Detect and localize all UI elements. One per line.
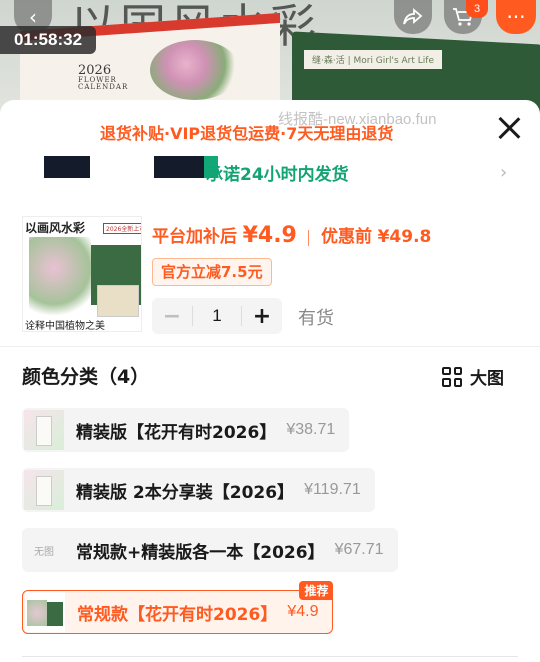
sku-selector-sheet: 退货补贴·VIP退货包运费·7天无理由退货 线报酷-new.xianbao.fu… xyxy=(0,100,540,662)
large-image-label: 大图 xyxy=(470,369,504,389)
calendar-cover-text: 2026 FLOWER CALENDAR xyxy=(78,64,128,91)
divider xyxy=(0,346,540,347)
variant-option[interactable]: 精装版【花开有时2026】 ¥38.71 xyxy=(22,408,350,452)
thumb-flower-art xyxy=(29,237,91,315)
variant-name: 精装版 2本分享装【2026】 xyxy=(76,482,295,503)
price-line: 平台加补后 ¥4.9 优惠前 ¥49.8 xyxy=(152,222,431,248)
thumb-small-card xyxy=(97,285,139,317)
pre-discount-label: 优惠前 xyxy=(321,227,373,247)
cart-count-badge: 3 xyxy=(466,0,488,18)
variant-option[interactable]: 精装版 2本分享装【2026】 ¥119.71 xyxy=(22,468,375,512)
pre-discount-price: ¥49.8 xyxy=(377,227,432,247)
no-image-placeholder: 无图 xyxy=(24,530,64,570)
redacted-block xyxy=(44,156,90,178)
price-label: 平台加补后 xyxy=(152,227,237,247)
variant-price: ¥4.9 xyxy=(287,603,319,620)
more-button[interactable]: ··· xyxy=(496,0,536,34)
variant-name: 常规款+精装版各一本【2026】 xyxy=(76,542,325,563)
variant-thumbnail xyxy=(24,410,64,450)
large-image-toggle[interactable]: 大图 xyxy=(442,364,504,389)
quantity-value[interactable]: 1 xyxy=(192,306,242,326)
variant-section-title: 颜色分类（4） xyxy=(22,366,150,388)
shipping-promise[interactable]: 承诺24小时内发货 xyxy=(206,160,349,185)
decrease-button[interactable]: − xyxy=(152,304,192,329)
watermark: 线报酷-new.xianbao.fun xyxy=(278,111,437,128)
more-dots-icon: ··· xyxy=(506,5,526,29)
calendar-line2: CALENDAR xyxy=(78,83,129,91)
variant-thumbnail xyxy=(24,470,64,510)
close-button[interactable] xyxy=(494,114,524,144)
product-thumbnail[interactable]: 以画风水彩 2026全新上市 诠释中国植物之美 xyxy=(22,216,142,332)
thumb-tag: 2026全新上市 xyxy=(103,223,141,234)
variant-name: 常规款【花开有时2026】 xyxy=(77,604,278,625)
price-separator xyxy=(308,229,310,246)
quantity-stepper: − 1 + xyxy=(152,298,282,334)
price-value: ¥4.9 xyxy=(242,223,297,248)
redacted-block xyxy=(154,156,204,178)
share-icon xyxy=(403,8,423,25)
variant-name: 精装版【花开有时2026】 xyxy=(76,422,277,443)
variant-option[interactable]: 无图 常规款+精装版各一本【2026】 ¥67.71 xyxy=(22,528,398,572)
variant-price: ¥67.71 xyxy=(334,541,384,558)
grid-icon xyxy=(442,366,462,387)
variant-price: ¥38.71 xyxy=(286,421,336,438)
variant-option-selected[interactable]: 常规款【花开有时2026】 ¥4.9 推荐 xyxy=(22,581,334,634)
flower-illustration xyxy=(150,40,240,100)
book-label: 缝·森·活 | Mori Girl's Art Life xyxy=(304,50,442,69)
chevron-right-icon[interactable]: › xyxy=(500,162,507,183)
thumb-title: 以画风水彩 xyxy=(25,221,86,235)
thumb-caption: 诠释中国植物之美 xyxy=(25,321,105,332)
variant-price: ¥119.71 xyxy=(304,481,361,498)
divider xyxy=(22,656,518,657)
stock-status: 有货 xyxy=(298,308,334,329)
share-button[interactable] xyxy=(394,0,432,34)
increase-button[interactable]: + xyxy=(242,304,282,329)
video-timer: 01:58:32 xyxy=(0,26,96,54)
recommend-badge: 推荐 xyxy=(299,581,334,600)
discount-badge: 官方立减7.5元 xyxy=(152,258,272,286)
variant-thumbnail xyxy=(25,592,65,632)
